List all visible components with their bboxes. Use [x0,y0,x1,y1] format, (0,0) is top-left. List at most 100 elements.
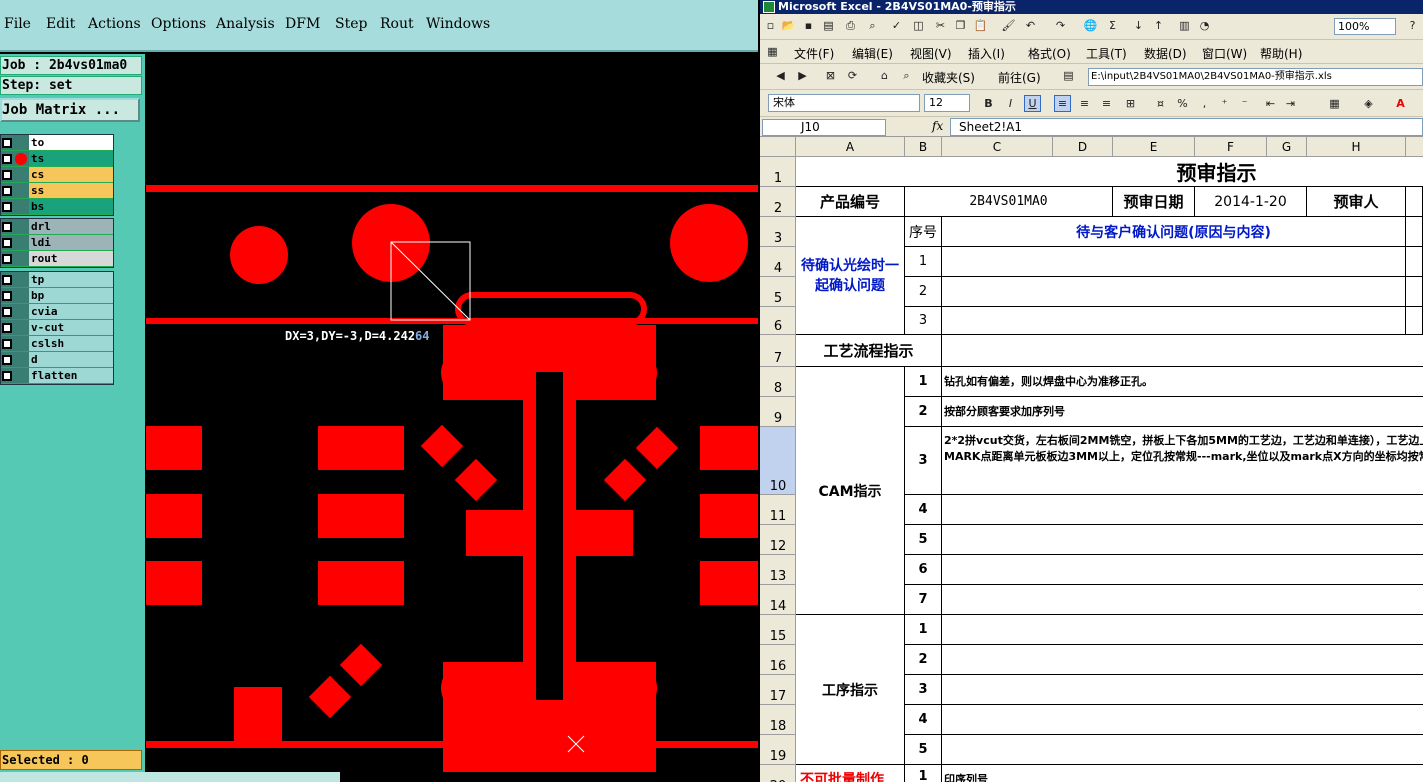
row-header[interactable]: 20 [760,765,796,782]
chart-wizard-icon[interactable]: ▥ [1176,17,1193,34]
layer-checkbox[interactable] [2,307,12,317]
row-header[interactable]: 15 [760,615,796,645]
italic-icon[interactable]: I [1002,95,1019,112]
cam-num-6[interactable]: 6 [905,555,942,585]
cam-item-2[interactable]: 按部分顾客要求加序列号 [942,397,1423,427]
stop-icon[interactable]: ⊠ [822,67,839,84]
layer-name[interactable]: d [29,352,113,367]
label-cam[interactable]: CAM指示 [796,367,905,615]
cam-num-1[interactable]: 1 [905,367,942,397]
confirm-item-3[interactable] [942,307,1406,335]
show-web-toolbar-icon[interactable]: ▤ [1060,67,1077,84]
row-header[interactable]: 1 [760,157,796,187]
label-seq[interactable]: 序号 [905,217,942,247]
layer-name[interactable]: rout [29,251,113,266]
value-review-date[interactable]: 2014-1-20 [1195,187,1307,217]
currency-icon[interactable]: ¤ [1152,95,1169,112]
sheet-title[interactable]: 预审指示 [796,157,1423,187]
label-procedure[interactable]: 工序指示 [796,615,905,765]
menu-edit[interactable]: Edit [46,16,75,32]
layer-name[interactable]: bp [29,288,113,303]
menu-actions[interactable]: Actions [88,16,141,32]
align-right-icon[interactable]: ≡ [1098,95,1115,112]
percent-icon[interactable]: % [1174,95,1191,112]
layer-row-bp[interactable]: bp [1,288,113,304]
label-product-no[interactable]: 产品编号 [796,187,905,217]
open-icon[interactable]: 📂 [780,17,797,34]
confirm-num-3[interactable]: 3 [905,307,942,335]
font-name-box[interactable]: 宋体 [768,94,920,112]
proc-item-3[interactable] [942,675,1423,705]
row-header[interactable]: 8 [760,367,796,397]
format-painter-icon[interactable]: 🖌 [1000,17,1017,34]
row-header[interactable]: 12 [760,525,796,555]
label-review-date[interactable]: 预审日期 [1113,187,1195,217]
job-matrix-button[interactable]: Job Matrix ... [0,98,140,122]
cam-item-1[interactable]: 钻孔如有偏差，则以焊盘中心为准移正孔。 [942,367,1423,397]
spelling-icon[interactable]: ✓ [888,17,905,34]
proc-item-4[interactable] [942,705,1423,735]
layer-row-d[interactable]: d [1,352,113,368]
research-icon[interactable]: ◫ [910,17,927,34]
cam-num-4[interactable]: 4 [905,495,942,525]
row-header[interactable]: 4 [760,247,796,277]
copy-icon[interactable]: ❐ [952,17,969,34]
zoom-box[interactable]: 100% [1334,18,1396,35]
cam-item-3[interactable]: 2*2拼vcut交货，左右板间2MM铣空，拼板上下各加5MM的工艺边，工艺边和单… [942,427,1423,495]
layer-checkbox[interactable] [2,339,12,349]
row-header[interactable]: 13 [760,555,796,585]
name-box[interactable]: J10 [762,119,886,136]
cam-item-6[interactable] [942,555,1423,585]
save-icon[interactable]: ▪ [800,17,817,34]
value-process-flow[interactable] [942,335,1423,367]
layer-name[interactable]: ldi [29,235,113,250]
back-icon[interactable]: ◀ [772,67,789,84]
cam-item-5[interactable] [942,525,1423,555]
layer-name[interactable]: to [29,135,113,150]
row-header[interactable]: 9 [760,397,796,427]
xl-menu-format[interactable]: 格式(O) [1028,45,1071,62]
cell[interactable] [1406,217,1423,247]
col-header-b[interactable]: B [905,137,942,157]
address-field[interactable]: E:\input\2B4VS01MA0\2B4VS01MA0-预审指示.xls [1088,68,1423,86]
sort-desc-icon[interactable]: ↑ [1150,17,1167,34]
layer-row-drl[interactable]: drl [1,219,113,235]
align-center-icon[interactable]: ≡ [1076,95,1093,112]
confirm-item-1[interactable] [942,247,1406,277]
layer-name[interactable]: drl [29,219,113,234]
decrease-decimal-icon[interactable]: ⁻ [1236,95,1253,112]
value-reviewer[interactable] [1406,187,1423,217]
proc-num-2[interactable]: 2 [905,645,942,675]
row-header[interactable]: 7 [760,335,796,367]
cam-item-4[interactable] [942,495,1423,525]
sort-asc-icon[interactable]: ↓ [1130,17,1147,34]
cam-num-2[interactable]: 2 [905,397,942,427]
confirm-item-2[interactable] [942,277,1406,307]
layer-checkbox[interactable] [2,275,12,285]
proc-item-1[interactable] [942,615,1423,645]
layer-checkbox[interactable] [2,202,12,212]
row-header[interactable]: 14 [760,585,796,615]
xl-menu-file[interactable]: 文件(F) [794,45,834,62]
cell[interactable] [1406,247,1423,277]
help-icon[interactable]: ? [1404,17,1421,34]
layer-checkbox[interactable] [2,186,12,196]
underline-icon[interactable]: U [1024,95,1041,112]
menu-step[interactable]: Step [335,16,367,32]
new-icon[interactable]: ▫ [762,17,779,34]
layer-checkbox[interactable] [2,138,12,148]
col-header-h[interactable]: H [1307,137,1406,157]
bold-icon[interactable]: B [980,95,997,112]
layer-row-bs[interactable]: bs [1,199,113,215]
print-icon[interactable]: ⎙ [842,17,859,34]
menu-analysis[interactable]: Analysis [216,16,275,32]
xl-menu-help[interactable]: 帮助(H) [1260,45,1302,62]
layer-checkbox[interactable] [2,170,12,180]
borders-icon[interactable]: ▦ [1326,95,1343,112]
proc-num-4[interactable]: 4 [905,705,942,735]
menu-dfm[interactable]: DFM [285,16,320,32]
layer-row-cs[interactable]: cs [1,167,113,183]
search-icon[interactable]: ⌕ [898,67,915,84]
row-header[interactable]: 3 [760,217,796,247]
align-left-icon[interactable]: ≡ [1054,95,1071,112]
